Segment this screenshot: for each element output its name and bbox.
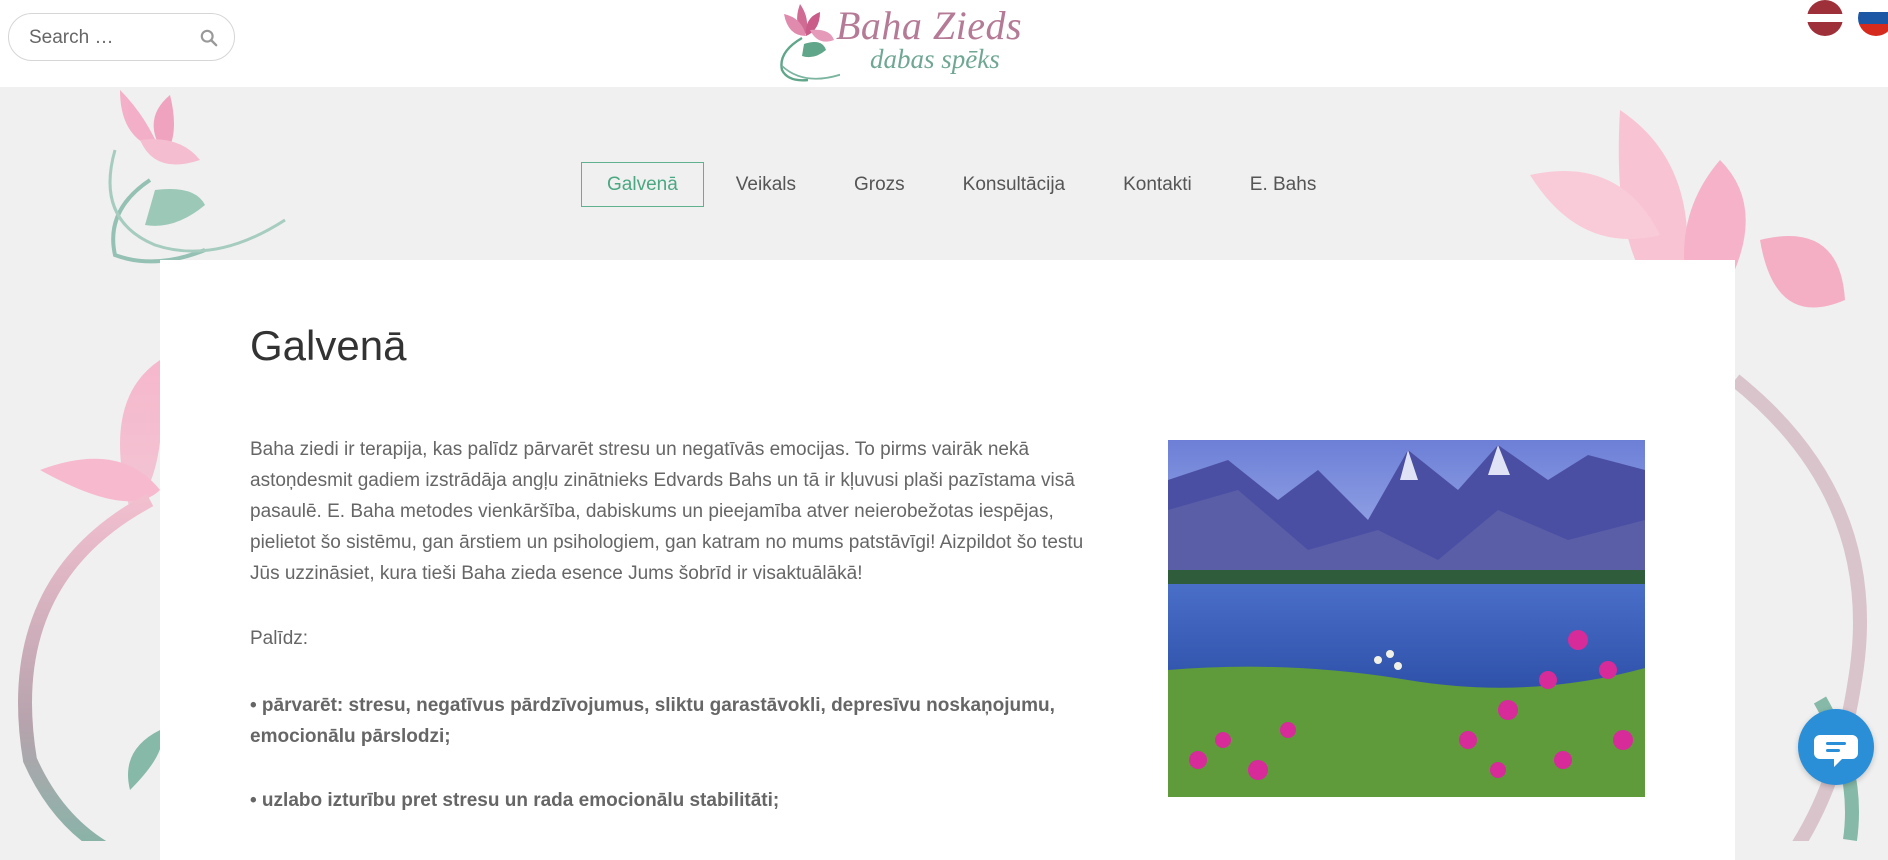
search-icon[interactable] xyxy=(200,29,218,47)
benefit-bullet: • uzlabo izturību pret stresu un rada em… xyxy=(250,790,780,811)
benefit-bullet: • pārvarēt: stresu, negatīvus pārdzīvoju… xyxy=(250,695,1055,747)
search-box[interactable] xyxy=(8,13,235,61)
nav-item-galvena[interactable]: Galvenā xyxy=(581,162,704,207)
site-header: Baha Zieds dabas spēks xyxy=(0,0,1888,87)
nav-item-grozs[interactable]: Grozs xyxy=(828,162,931,207)
search-input[interactable] xyxy=(27,24,191,52)
nav-item-konsultacija[interactable]: Konsultācija xyxy=(937,162,1091,207)
logo-subtitle: dabas spēks xyxy=(870,44,1000,74)
mountain-lake-photo xyxy=(1168,440,1645,797)
helps-label: Palīdz: xyxy=(250,628,309,649)
intro-paragraph: Baha ziedi ir terapija, kas palīdz pārva… xyxy=(250,439,1084,584)
chat-button[interactable] xyxy=(1798,709,1874,785)
logo-title: Baha Zieds xyxy=(836,3,1023,48)
chat-bubble-icon xyxy=(1814,735,1858,767)
nav-item-veikals[interactable]: Veikals xyxy=(710,162,822,207)
language-flag-russian[interactable] xyxy=(1858,0,1888,36)
content-card: Galvenā Baha ziedi ir terapija, kas palī… xyxy=(160,260,1735,860)
site-logo[interactable]: Baha Zieds dabas spēks xyxy=(770,0,1030,82)
main-navigation: Galvenā Veikals Grozs Konsultācija Konta… xyxy=(581,162,1348,207)
small-flower-icon xyxy=(108,90,286,264)
language-flag-latvian[interactable] xyxy=(1807,0,1843,36)
nav-item-kontakti[interactable]: Kontakti xyxy=(1097,162,1218,207)
lily-flower-logo-icon xyxy=(780,4,840,82)
nav-item-e-bahs[interactable]: E. Bahs xyxy=(1224,162,1343,207)
page-title: Galvenā xyxy=(250,322,407,369)
